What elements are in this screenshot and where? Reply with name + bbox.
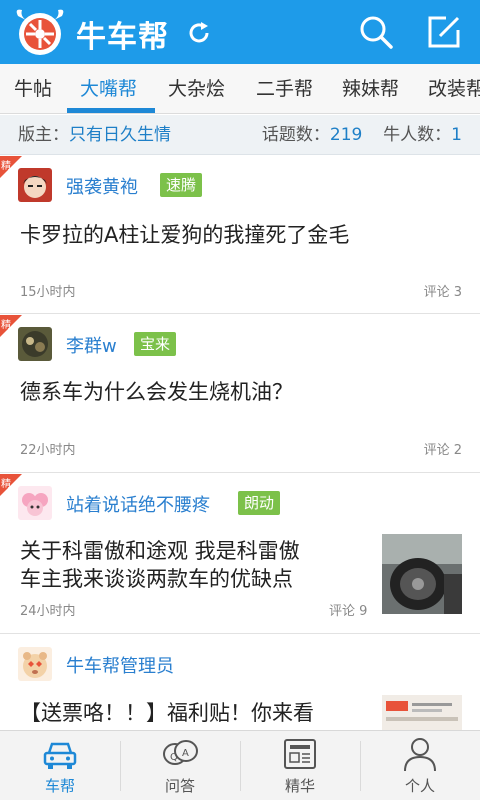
car-tag[interactable]: 宝来: [134, 332, 177, 356]
svg-text:A: A: [182, 748, 189, 759]
avatar[interactable]: [18, 168, 52, 202]
nav-label: 问答: [164, 777, 195, 795]
bull-wheel-logo: [12, 6, 68, 58]
edit-icon[interactable]: [424, 12, 464, 52]
avatar[interactable]: [18, 647, 52, 681]
topics-label: 话题数：: [261, 125, 330, 145]
tab-gaizhuangbang[interactable]: 改装帮: [428, 64, 480, 113]
comment-count: 评论 9: [329, 604, 368, 619]
category-tabs: 牛帖 大嘴帮 大杂烩 二手帮 辣妹帮 改装帮: [0, 64, 480, 114]
nav-label: 个人: [404, 777, 435, 795]
post-time: 24小时内: [20, 604, 76, 619]
tab-ershoubang[interactable]: 二手帮: [256, 64, 313, 113]
tab-lameibang[interactable]: 辣妹帮: [342, 64, 399, 113]
post-author[interactable]: 站着说话绝不腰疼: [66, 491, 210, 517]
nav-label: 精华: [284, 777, 315, 795]
active-tab-indicator: [67, 108, 155, 113]
post-item[interactable]: 精 强袭黄袍 速腾 卡罗拉的A柱让爱狗的我撞死了金毛 15小时内 评论 3: [0, 156, 480, 314]
post-title[interactable]: 【送票咯！！】福利贴！你来看: [20, 698, 314, 728]
post-author[interactable]: 牛车帮管理员: [66, 652, 174, 678]
tab-niutie[interactable]: 牛帖: [14, 64, 52, 113]
post-author[interactable]: 李群w: [66, 332, 117, 358]
person-icon: [401, 735, 439, 773]
comment-count: 评论 3: [423, 285, 462, 300]
moderator-label: 版主：: [18, 125, 69, 145]
app-header: 牛车帮: [0, 0, 480, 64]
nav-wenda[interactable]: Q A 问答: [120, 731, 240, 800]
post-title[interactable]: 卡罗拉的A柱让爱狗的我撞死了金毛: [20, 220, 349, 250]
news-icon: [281, 735, 319, 773]
post-title-line-2[interactable]: 车主我来谈谈两款车的优缺点: [20, 564, 293, 594]
post-author[interactable]: 强袭黄袍: [66, 173, 138, 199]
app-title: 牛车帮: [76, 20, 169, 55]
nav-jinghua[interactable]: 精华: [240, 731, 360, 800]
forum-stats: 话题数：219 牛人数：1: [262, 115, 462, 155]
nav-geren[interactable]: 个人: [360, 731, 480, 800]
post-item[interactable]: 精 李群w 宝来 德系车为什么会发生烧机油？ 22小时内 评论 2: [0, 315, 480, 473]
tab-dazuibang[interactable]: 大嘴帮: [80, 64, 137, 113]
avatar[interactable]: [18, 486, 52, 520]
post-title-line-1[interactable]: 关于科雷傲和途观 我是科雷傲: [20, 536, 300, 566]
post-item[interactable]: 精 站着说话绝不腰疼 朗动 关于科雷傲和途观 我是科雷傲 车主我来谈谈两款车的优…: [0, 474, 480, 634]
search-icon[interactable]: [356, 12, 396, 52]
experts-count: 1: [451, 125, 462, 145]
post-item[interactable]: 牛车帮管理员 【送票咯！！】福利贴！你来看: [0, 635, 480, 730]
car-tag[interactable]: 朗动: [238, 491, 281, 515]
tab-dazahui[interactable]: 大杂烩: [168, 64, 225, 113]
moderator-name[interactable]: 只有日久生情: [69, 125, 171, 145]
comment-count: 评论 2: [423, 443, 462, 458]
qa-icon: Q A: [161, 735, 199, 773]
post-time: 22小时内: [20, 443, 76, 458]
bottom-navigation: 车帮 Q A 问答 精华 个人: [0, 730, 480, 800]
svg-text:Q: Q: [170, 752, 178, 763]
refresh-icon[interactable]: [186, 20, 212, 46]
experts-label: 牛人数：: [383, 125, 452, 145]
nav-chebang[interactable]: 车帮: [0, 731, 120, 800]
car-tag[interactable]: 速腾: [160, 173, 203, 197]
moderator-info: 版主：只有日久生情: [18, 115, 171, 155]
forum-info-bar: 版主：只有日久生情 话题数：219 牛人数：1: [0, 115, 480, 155]
post-thumbnail[interactable]: [382, 534, 462, 614]
car-icon: [41, 735, 79, 773]
topics-count: 219: [329, 125, 363, 145]
nav-label: 车帮: [44, 777, 75, 795]
post-thumbnail[interactable]: [382, 695, 462, 730]
avatar[interactable]: [18, 327, 52, 361]
post-title[interactable]: 德系车为什么会发生烧机油？: [20, 377, 293, 407]
post-time: 15小时内: [20, 285, 76, 300]
